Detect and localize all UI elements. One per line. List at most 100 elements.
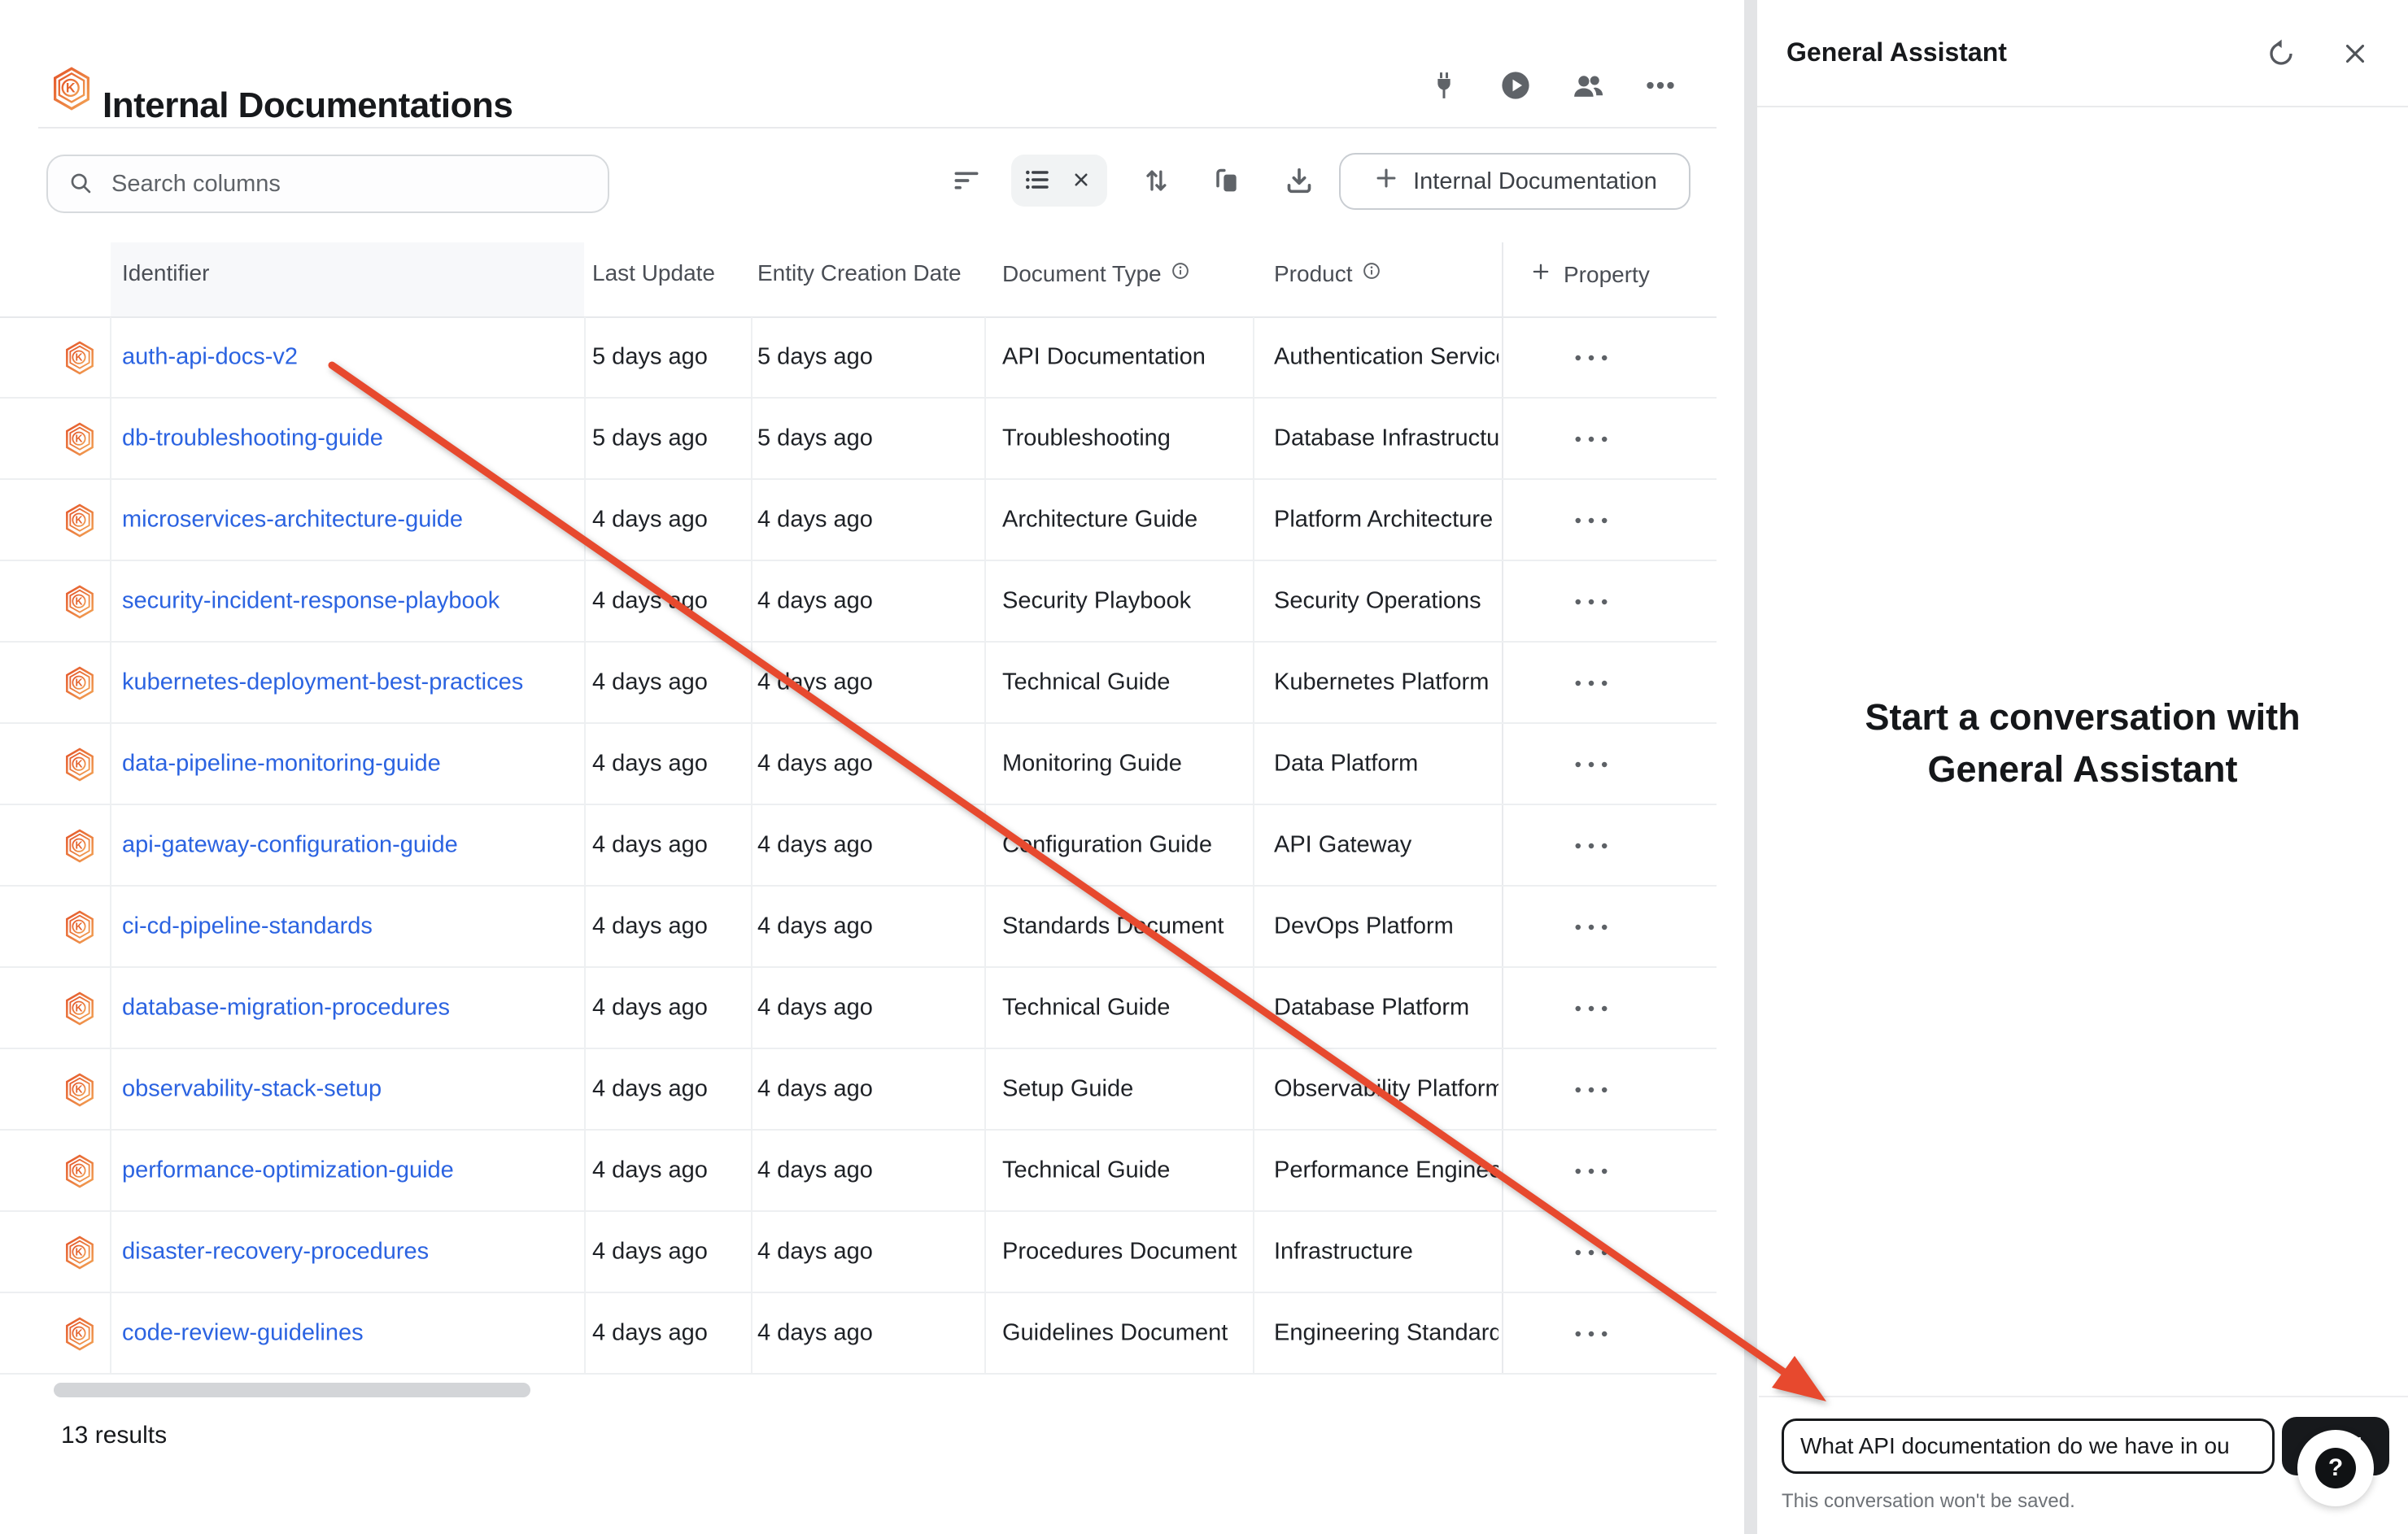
download-icon (1283, 164, 1315, 199)
ellipsis-icon (1574, 1328, 1608, 1340)
document-asset-icon: K (63, 991, 96, 1026)
identifier-link[interactable]: db-troubleshooting-guide (122, 425, 383, 452)
product-cell: Infrastructure (1274, 1239, 1498, 1266)
entity-creation-date-cell: 4 days ago (757, 588, 873, 615)
ellipsis-icon (1574, 678, 1608, 690)
members-button[interactable] (1565, 63, 1611, 109)
ellipsis-icon (1574, 840, 1608, 852)
assistant-message-input[interactable] (1782, 1419, 2275, 1474)
table-row: K observability-stack-setup 4 days ago 4… (0, 1049, 1717, 1131)
reset-conversation-button[interactable] (2258, 31, 2305, 78)
search-input[interactable] (110, 170, 552, 198)
last-update-cell: 4 days ago (592, 751, 708, 778)
assistant-empty-state: Start a conversation with General Assist… (1757, 691, 2408, 795)
svg-text:K: K (75, 596, 82, 608)
row-more-button[interactable] (1559, 1070, 1624, 1109)
plus-icon (1372, 164, 1400, 198)
column-header-document-type[interactable]: Document Type (1002, 260, 1191, 287)
help-widget-button[interactable]: ? (2297, 1430, 2374, 1506)
row-more-button[interactable] (1559, 908, 1624, 947)
entity-creation-date-cell: 4 days ago (757, 1239, 873, 1266)
identifier-link[interactable]: observability-stack-setup (122, 1076, 382, 1103)
last-update-cell: 5 days ago (592, 425, 708, 452)
horizontal-scrollbar[interactable] (54, 1383, 530, 1397)
play-circle-icon (1498, 68, 1533, 105)
identifier-link[interactable]: kubernetes-deployment-best-practices (122, 669, 523, 696)
row-more-button[interactable] (1559, 989, 1624, 1028)
last-update-cell: 4 days ago (592, 588, 708, 615)
more-actions-button[interactable] (1638, 63, 1683, 109)
document-asset-icon: K (63, 665, 96, 701)
identifier-link[interactable]: database-migration-procedures (122, 995, 450, 1022)
row-more-button[interactable] (1559, 582, 1624, 621)
svg-text:K: K (75, 1166, 82, 1177)
document-asset-icon: K (63, 1153, 96, 1189)
empty-state-line1: Start a conversation with (1757, 691, 2408, 743)
clear-view-button[interactable] (1062, 158, 1100, 203)
product-cell: Security Operations (1274, 588, 1498, 615)
add-button-label: Internal Documentation (1413, 168, 1657, 195)
row-more-button[interactable] (1559, 1152, 1624, 1191)
identifier-link[interactable]: microservices-architecture-guide (122, 507, 463, 534)
list-view-button[interactable] (1019, 158, 1056, 203)
row-more-button[interactable] (1559, 338, 1624, 377)
column-header-last-update[interactable]: Last Update (592, 260, 715, 286)
document-type-cell: Guidelines Document (1002, 1320, 1246, 1347)
ellipsis-icon (1574, 922, 1608, 934)
ellipsis-icon (1574, 434, 1608, 446)
product-cell: API Gateway (1274, 832, 1498, 859)
product-cell: Data Platform (1274, 751, 1498, 778)
document-asset-icon: K (63, 828, 96, 864)
view-toggle-pill (1011, 155, 1107, 207)
last-update-cell: 4 days ago (592, 1076, 708, 1103)
column-header-identifier[interactable]: Identifier (122, 260, 209, 286)
row-more-button[interactable] (1559, 745, 1624, 784)
column-header-product[interactable]: Product (1274, 260, 1382, 287)
identifier-link[interactable]: performance-optimization-guide (122, 1157, 454, 1184)
last-update-cell: 4 days ago (592, 832, 708, 859)
document-type-cell: Configuration Guide (1002, 832, 1246, 859)
column-header-entity-creation-date[interactable]: Entity Creation Date (757, 260, 962, 286)
last-update-cell: 4 days ago (592, 1157, 708, 1184)
svg-text:K: K (75, 922, 82, 933)
table-row: K api-gateway-configuration-guide 4 days… (0, 805, 1717, 887)
svg-text:K: K (75, 434, 82, 445)
sort-button[interactable] (1132, 156, 1180, 207)
identifier-link[interactable]: ci-cd-pipeline-standards (122, 913, 373, 940)
results-count: 13 results (61, 1422, 167, 1449)
row-more-button[interactable] (1559, 826, 1624, 865)
svg-text:K: K (75, 515, 82, 526)
product-cell: Database Platform (1274, 995, 1498, 1022)
integrations-button[interactable] (1421, 63, 1467, 109)
filter-icon (951, 165, 982, 198)
close-panel-button[interactable] (2332, 31, 2379, 78)
document-type-cell: Standards Document (1002, 913, 1246, 940)
list-view-icon (1023, 165, 1052, 197)
last-update-cell: 4 days ago (592, 913, 708, 940)
last-update-cell: 5 days ago (592, 344, 708, 371)
entity-creation-date-cell: 4 days ago (757, 751, 873, 778)
panel-resize-handle[interactable] (1744, 0, 1757, 1534)
identifier-link[interactable]: code-review-guidelines (122, 1320, 364, 1347)
table-row: K data-pipeline-monitoring-guide 4 days … (0, 724, 1717, 805)
row-more-button[interactable] (1559, 1314, 1624, 1353)
svg-text:K: K (75, 1084, 82, 1096)
add-property-button[interactable]: Property (1529, 260, 1650, 289)
product-cell: Kubernetes Platform (1274, 669, 1498, 696)
identifier-link[interactable]: disaster-recovery-procedures (122, 1239, 429, 1266)
row-more-button[interactable] (1559, 1233, 1624, 1272)
row-more-button[interactable] (1559, 420, 1624, 459)
identifier-link[interactable]: api-gateway-configuration-guide (122, 832, 458, 859)
filter-button[interactable] (942, 156, 991, 207)
identifier-link[interactable]: auth-api-docs-v2 (122, 344, 298, 371)
copy-button[interactable] (1203, 156, 1252, 207)
add-internal-documentation-button[interactable]: Internal Documentation (1339, 153, 1690, 210)
download-button[interactable] (1275, 156, 1324, 207)
row-more-button[interactable] (1559, 664, 1624, 703)
identifier-link[interactable]: data-pipeline-monitoring-guide (122, 751, 441, 778)
sort-arrows-icon (1140, 164, 1172, 199)
row-more-button[interactable] (1559, 501, 1624, 540)
run-playbook-button[interactable] (1493, 63, 1538, 109)
product-cell: Performance Engineering (1274, 1157, 1498, 1184)
identifier-link[interactable]: security-incident-response-playbook (122, 588, 499, 615)
